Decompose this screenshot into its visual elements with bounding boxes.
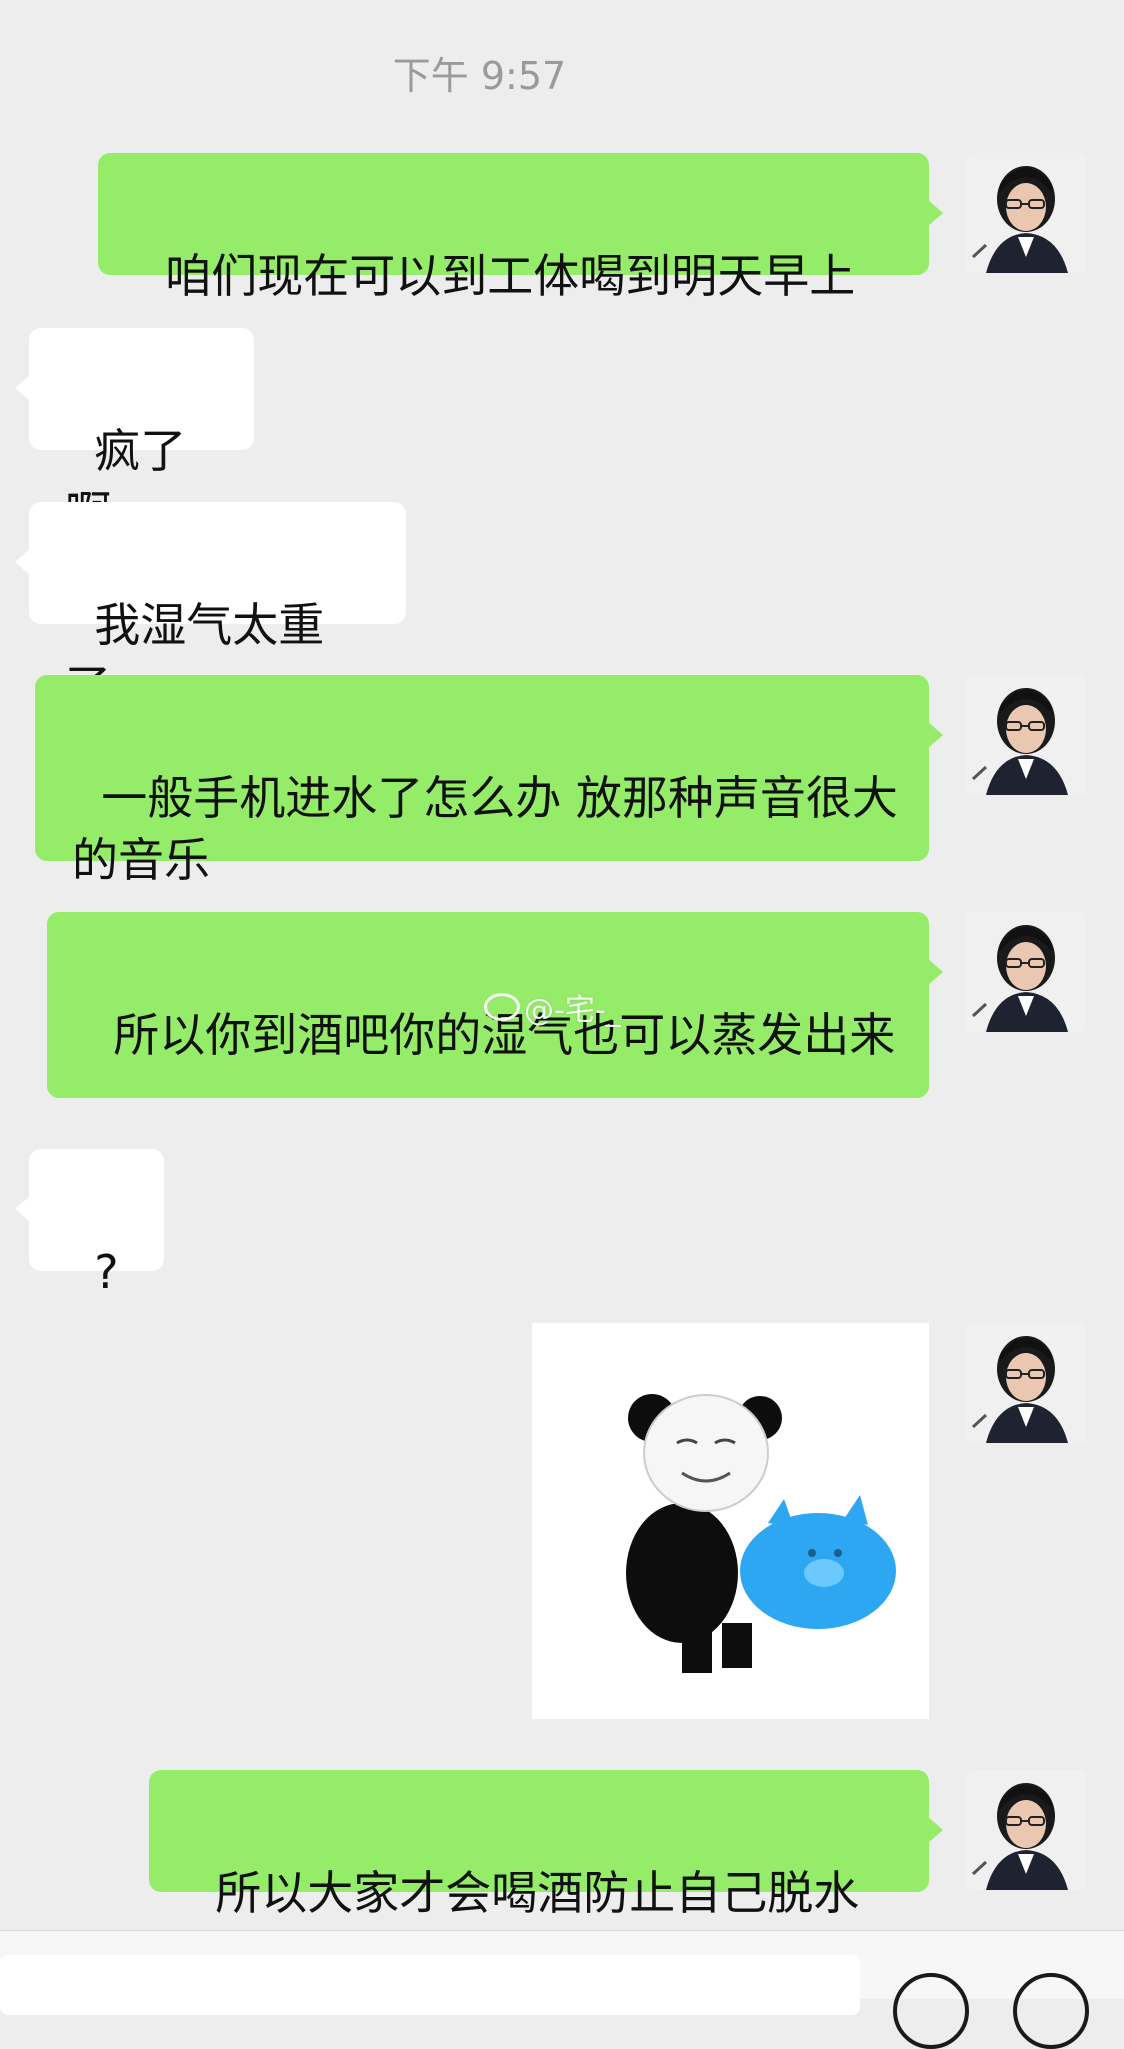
sent-message-bubble[interactable]: 咱们现在可以到工体喝到明天早上 bbox=[98, 153, 943, 303]
emoji-icon[interactable] bbox=[893, 1973, 969, 2049]
panda-meme-icon bbox=[532, 1323, 929, 1719]
my-avatar[interactable] bbox=[966, 153, 1086, 273]
message-text: 咱们现在可以到工体喝到明天早上 bbox=[165, 249, 856, 303]
message-text: 一般手机进水了怎么办 放那种声音很大的音乐 bbox=[72, 771, 898, 887]
watermark-text: @-宅-_ bbox=[524, 993, 621, 1028]
received-message-bubble[interactable]: 疯了啊 bbox=[15, 328, 254, 540]
my-avatar[interactable] bbox=[966, 675, 1086, 795]
my-avatar[interactable] bbox=[966, 1770, 1086, 1890]
my-avatar[interactable] bbox=[966, 912, 1086, 1032]
message-timestamp: 下午 9:57 bbox=[392, 54, 567, 98]
avatar-image bbox=[966, 1770, 1086, 1890]
message-text: ? bbox=[94, 1245, 119, 1299]
chat-input-bar bbox=[0, 1930, 1124, 2049]
message-input[interactable] bbox=[0, 1955, 860, 2015]
weibo-watermark: @-宅-_ bbox=[484, 985, 621, 1029]
plus-icon[interactable] bbox=[1013, 1973, 1089, 2049]
sent-message-bubble[interactable]: 所以大家才会喝酒防止自己脱水 bbox=[149, 1770, 943, 1920]
avatar-image bbox=[966, 675, 1086, 795]
avatar-image bbox=[966, 1323, 1086, 1443]
message-text: 所以大家才会喝酒防止自己脱水 bbox=[215, 1866, 860, 1920]
sent-message-bubble[interactable]: 一般手机进水了怎么办 放那种声音很大的音乐 bbox=[35, 675, 943, 887]
avatar-image bbox=[966, 153, 1086, 273]
received-message-bubble[interactable]: ? bbox=[15, 1149, 164, 1299]
weibo-icon bbox=[484, 993, 520, 1021]
panda-meme-sticker[interactable] bbox=[532, 1323, 929, 1719]
received-message-bubble[interactable]: 我湿气太重了 bbox=[15, 502, 406, 714]
avatar-image bbox=[966, 912, 1086, 1032]
my-avatar[interactable] bbox=[966, 1323, 1086, 1443]
